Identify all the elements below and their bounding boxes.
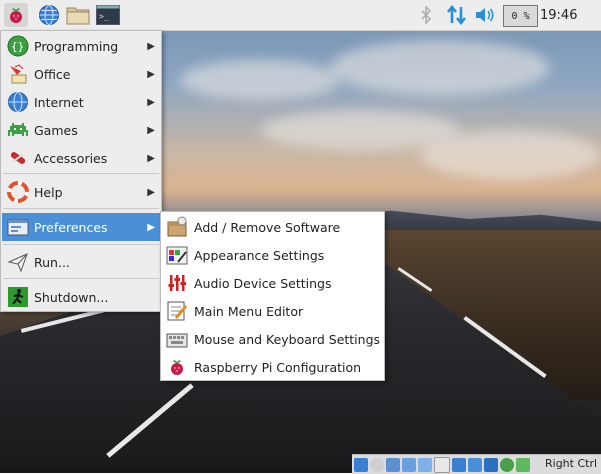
- accessories-icon: [6, 146, 30, 170]
- run-icon: [6, 250, 30, 274]
- keyboard-icon: [166, 328, 188, 350]
- chevron-right-icon: ▶: [147, 96, 155, 108]
- submenu-item-add-remove-software[interactable]: Add / Remove Software: [162, 213, 383, 241]
- submenu-item-label: Raspberry Pi Configuration: [194, 359, 362, 375]
- mouse-integration-icon[interactable]: [516, 457, 530, 472]
- submenu-item-label: Mouse and Keyboard Settings: [194, 331, 381, 347]
- menu-item-programming[interactable]: {} Programming ▶: [2, 32, 160, 60]
- submenu-item-label: Appearance Settings: [194, 247, 325, 263]
- chevron-right-icon: ▶: [147, 152, 155, 164]
- raspberry-menu-icon: [10, 8, 22, 23]
- shared-folders-icon[interactable]: [434, 456, 450, 473]
- network-adapter-icon[interactable]: [402, 457, 416, 472]
- terminal-icon: >_: [96, 5, 120, 25]
- submenu-item-appearance-settings[interactable]: Appearance Settings: [162, 241, 383, 269]
- menu-item-label: Internet: [34, 94, 84, 110]
- menu-separator: [3, 244, 159, 245]
- submenu-item-main-menu-editor[interactable]: Main Menu Editor: [162, 297, 383, 325]
- appearance-icon: [166, 244, 188, 266]
- submenu-item-label: Add / Remove Software: [194, 219, 341, 235]
- network-arrows-icon: [446, 4, 467, 26]
- cpu-usage-monitor[interactable]: 0 %: [503, 5, 538, 27]
- menu-item-preferences[interactable]: Preferences ▶: [2, 213, 160, 241]
- storage-icon[interactable]: [354, 457, 368, 472]
- recording-icon[interactable]: [468, 457, 482, 472]
- globe-browser-icon: [39, 5, 59, 25]
- network-tray[interactable]: [446, 4, 468, 28]
- clock[interactable]: 19:46: [540, 8, 577, 23]
- svg-text:{}: {}: [11, 40, 24, 53]
- menu-item-help[interactable]: Help ▶: [2, 178, 160, 206]
- chevron-right-icon: ▶: [147, 68, 155, 80]
- menu-separator: [3, 278, 159, 279]
- games-icon: [6, 118, 30, 142]
- internet-icon: [6, 90, 30, 114]
- display-icon[interactable]: [452, 457, 466, 472]
- chevron-right-icon: ▶: [147, 124, 155, 136]
- menu-item-run[interactable]: Run...: [2, 248, 160, 276]
- submenu-item-mouse-keyboard-settings[interactable]: Mouse and Keyboard Settings: [162, 325, 383, 353]
- menu-separator: [3, 208, 159, 209]
- bluetooth-icon: [421, 5, 432, 25]
- menu-item-label: Shutdown...: [34, 289, 109, 305]
- raspberry-icon: [166, 356, 188, 378]
- menu-item-label: Office: [34, 66, 71, 82]
- taskbar: >_ 0 % 19:46: [0, 0, 601, 31]
- bluetooth-tray[interactable]: [420, 5, 432, 27]
- preferences-submenu: Add / Remove Software Appearance Setting…: [160, 211, 385, 381]
- menu-item-label: Programming: [34, 38, 119, 54]
- menu-item-shutdown[interactable]: Shutdown...: [2, 283, 160, 311]
- optical-drive-icon[interactable]: [370, 457, 384, 472]
- chevron-right-icon: ▶: [147, 186, 155, 198]
- file-manager-launcher[interactable]: [66, 3, 90, 27]
- package-icon: [166, 216, 188, 238]
- menu-item-label: Run...: [34, 254, 70, 270]
- chevron-right-icon: ▶: [147, 40, 155, 52]
- svg-text:>_: >_: [99, 12, 109, 21]
- shutdown-icon: [6, 285, 30, 309]
- main-menu: {} Programming ▶ Office ▶ Internet ▶ Gam…: [0, 30, 162, 312]
- terminal-launcher[interactable]: >_: [96, 3, 120, 27]
- office-icon: [6, 62, 30, 86]
- volume-icon: [476, 8, 494, 22]
- submenu-item-raspberry-pi-configuration[interactable]: Raspberry Pi Configuration: [162, 353, 383, 381]
- programming-icon: {}: [6, 34, 30, 58]
- menu-item-label: Preferences: [34, 219, 108, 235]
- volume-tray[interactable]: [475, 6, 495, 27]
- preferences-icon: [6, 215, 30, 239]
- audio-icon[interactable]: [386, 457, 400, 472]
- menu-editor-icon: [166, 300, 188, 322]
- menu-item-accessories[interactable]: Accessories ▶: [2, 144, 160, 172]
- cpu-icon[interactable]: [484, 457, 498, 472]
- menu-item-label: Games: [34, 122, 78, 138]
- menu-item-label: Accessories: [34, 150, 108, 166]
- help-icon: [6, 180, 30, 204]
- menu-separator: [3, 173, 159, 174]
- submenu-item-audio-device-settings[interactable]: Audio Device Settings: [162, 269, 383, 297]
- raspberry-menu-button[interactable]: [4, 3, 28, 27]
- submenu-item-label: Main Menu Editor: [194, 303, 304, 319]
- menu-item-internet[interactable]: Internet ▶: [2, 88, 160, 116]
- chevron-right-icon: ▶: [147, 221, 155, 233]
- web-browser-launcher[interactable]: [37, 3, 61, 27]
- folder-icon: [66, 7, 90, 25]
- menu-item-games[interactable]: Games ▶: [2, 116, 160, 144]
- host-key-label: Right Ctrl: [545, 457, 598, 470]
- audio-settings-icon: [166, 272, 188, 294]
- usb-icon[interactable]: [418, 457, 432, 472]
- menu-item-office[interactable]: Office ▶: [2, 60, 160, 88]
- virtualization-icon[interactable]: [500, 457, 514, 472]
- menu-item-label: Help: [34, 184, 63, 200]
- submenu-item-label: Audio Device Settings: [194, 275, 332, 291]
